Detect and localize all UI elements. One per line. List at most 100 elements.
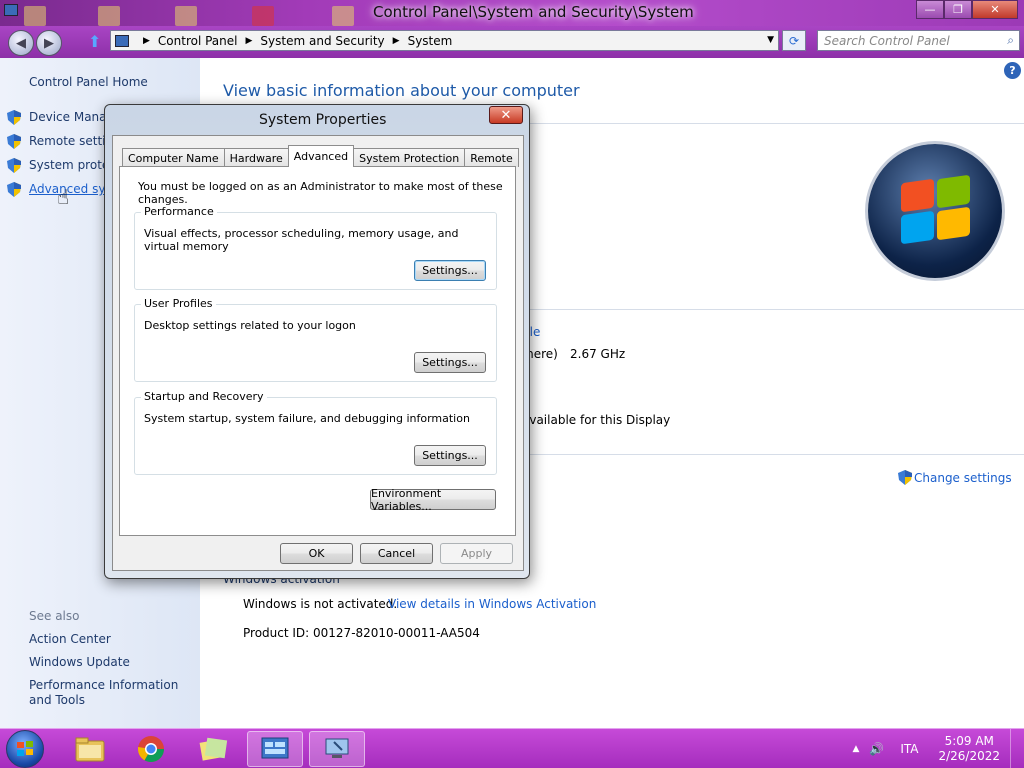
tab-remote[interactable]: Remote [464, 148, 519, 167]
tab-system-protection[interactable]: System Protection [353, 148, 466, 167]
dialog-title: System Properties [259, 112, 387, 128]
windows-update-link[interactable]: Windows Update [29, 655, 130, 669]
breadcrumb-control-panel[interactable]: Control Panel [158, 34, 238, 48]
breadcrumb-chevron-icon[interactable]: ▶ [393, 36, 400, 46]
forward-button[interactable]: ▶ [36, 30, 62, 56]
breadcrumb-system[interactable]: System [408, 34, 453, 48]
performance-information-link[interactable]: Performance Information and Tools [29, 678, 194, 708]
user-profiles-group: User Profiles Desktop settings related t… [134, 297, 497, 382]
address-bar[interactable]: ▶ Control Panel ▶ System and Security ▶ … [110, 30, 779, 51]
user-profiles-settings-button[interactable]: Settings... [414, 352, 486, 373]
group-description: Desktop settings related to your logon [144, 319, 356, 332]
taskbar-control-panel[interactable] [247, 731, 303, 767]
breadcrumb-chevron-icon[interactable]: ▶ [246, 36, 253, 46]
breadcrumb-system-and-security[interactable]: System and Security [260, 34, 384, 48]
page-title: View basic information about your comput… [223, 81, 580, 100]
change-settings-link[interactable]: Change settings [898, 470, 1012, 485]
system-protection-link[interactable]: System protec [29, 158, 116, 172]
help-icon[interactable]: ? [1004, 62, 1021, 79]
taskbar: ▲ 🔊 ITA 5:09 AM 2/26/2022 [0, 728, 1024, 768]
performance-settings-button[interactable]: Settings... [414, 260, 486, 281]
tab-advanced[interactable]: Advanced [287, 145, 355, 167]
performance-group: Performance Visual effects, processor sc… [134, 205, 497, 290]
change-settings-label[interactable]: Change settings [914, 471, 1012, 485]
start-button[interactable] [6, 730, 44, 768]
ok-button[interactable]: OK [280, 543, 353, 564]
device-manager-link[interactable]: Device Manag [29, 110, 114, 124]
control-panel-icon [115, 34, 129, 47]
control-panel-home-link[interactable]: Control Panel Home [29, 75, 148, 89]
window-titlebar: Control Panel\System and Security\System… [0, 0, 1024, 26]
close-icon: ✕ [500, 107, 512, 123]
search-icon[interactable]: ⌕ [1007, 33, 1014, 48]
pen-touch-text: available for this Display [522, 413, 671, 427]
folder-icon [75, 737, 105, 762]
uac-shield-icon [7, 182, 21, 197]
action-center-link[interactable]: Action Center [29, 632, 111, 646]
clock[interactable]: 5:09 AM 2/26/2022 [938, 734, 1000, 764]
language-indicator[interactable]: ITA [900, 742, 918, 756]
up-arrow-icon[interactable]: ⬆ [88, 32, 101, 51]
refresh-icon: ⟳ [788, 33, 800, 48]
refresh-button[interactable]: ⟳ [782, 30, 806, 51]
startup-recovery-group: Startup and Recovery System startup, sys… [134, 390, 497, 475]
breadcrumb-chevron-icon[interactable]: ▶ [143, 36, 150, 46]
remote-settings-link[interactable]: Remote settin [29, 134, 113, 148]
windows-flag-icon [17, 741, 33, 756]
startup-recovery-settings-button[interactable]: Settings... [414, 445, 486, 466]
chrome-icon [137, 736, 165, 763]
clock-time: 5:09 AM [944, 734, 994, 748]
volume-icon[interactable]: 🔊 [869, 742, 884, 756]
product-id: Product ID: 00127-82010-00011-AA504 [243, 626, 480, 640]
group-title: Startup and Recovery [141, 390, 267, 403]
uac-shield-icon [898, 470, 912, 485]
uac-shield-icon [7, 110, 21, 125]
close-button[interactable]: ✕ [972, 0, 1018, 19]
activation-status: Windows is not activated. [243, 597, 398, 611]
back-arrow-icon: ◀ [16, 35, 26, 51]
windows-logo [868, 144, 1002, 278]
clock-date: 2/26/2022 [938, 749, 1000, 763]
forward-arrow-icon: ▶ [44, 35, 54, 51]
address-dropdown-icon[interactable]: ▼ [767, 35, 774, 45]
dialog-close-button[interactable]: ✕ [489, 106, 523, 124]
system-properties-dialog: System Properties ✕ Computer Name Hardwa… [104, 104, 530, 579]
tab-strip: Computer Name Hardware Advanced System P… [122, 145, 519, 167]
tab-computer-name[interactable]: Computer Name [122, 148, 225, 167]
control-panel-icon [261, 737, 289, 759]
tab-hardware[interactable]: Hardware [223, 148, 289, 167]
taskbar-system-properties[interactable] [309, 731, 365, 767]
apply-button[interactable]: Apply [440, 543, 513, 564]
group-description: Visual effects, processor scheduling, me… [144, 227, 459, 253]
activation-details-link[interactable]: View details in Windows Activation [388, 597, 596, 611]
system-icon [4, 4, 18, 16]
environment-variables-button[interactable]: Environment Variables... [370, 487, 496, 513]
hand-cursor-icon: ☝ [57, 185, 70, 209]
minimize-button[interactable]: — [916, 0, 944, 19]
window-title: Control Panel\System and Security\System [373, 3, 694, 21]
taskbar-notes[interactable] [185, 731, 241, 767]
system-properties-icon [325, 738, 349, 758]
divider [530, 309, 1024, 310]
group-title: User Profiles [141, 297, 216, 310]
cancel-button[interactable]: Cancel [360, 543, 433, 564]
group-description: System startup, system failure, and debu… [144, 412, 470, 425]
advanced-tab-panel: You must be logged on as an Administrato… [119, 166, 516, 536]
show-desktop-button[interactable] [1010, 729, 1024, 768]
taskbar-explorer[interactable] [62, 731, 118, 767]
search-placeholder: Search Control Panel [824, 34, 950, 48]
search-input[interactable]: Search Control Panel ⌕ [817, 30, 1020, 51]
system-tray: ▲ 🔊 ITA 5:09 AM 2/26/2022 [852, 729, 1024, 768]
back-button[interactable]: ◀ [8, 30, 34, 56]
show-hidden-icons-icon[interactable]: ▲ [852, 744, 859, 754]
processor-speed: 2.67 GHz [570, 347, 626, 361]
uac-shield-icon [7, 158, 21, 173]
taskbar-chrome[interactable] [123, 731, 179, 767]
divider [530, 454, 1024, 455]
navigation-bar: ◀ ▶ ⬆ ▶ Control Panel ▶ System and Secur… [0, 26, 1024, 58]
maximize-button[interactable]: ❐ [944, 0, 972, 19]
uac-shield-icon [7, 134, 21, 149]
sticky-notes-icon [199, 737, 228, 761]
dialog-body: Computer Name Hardware Advanced System P… [112, 135, 524, 571]
see-also-label: See also [29, 609, 80, 623]
